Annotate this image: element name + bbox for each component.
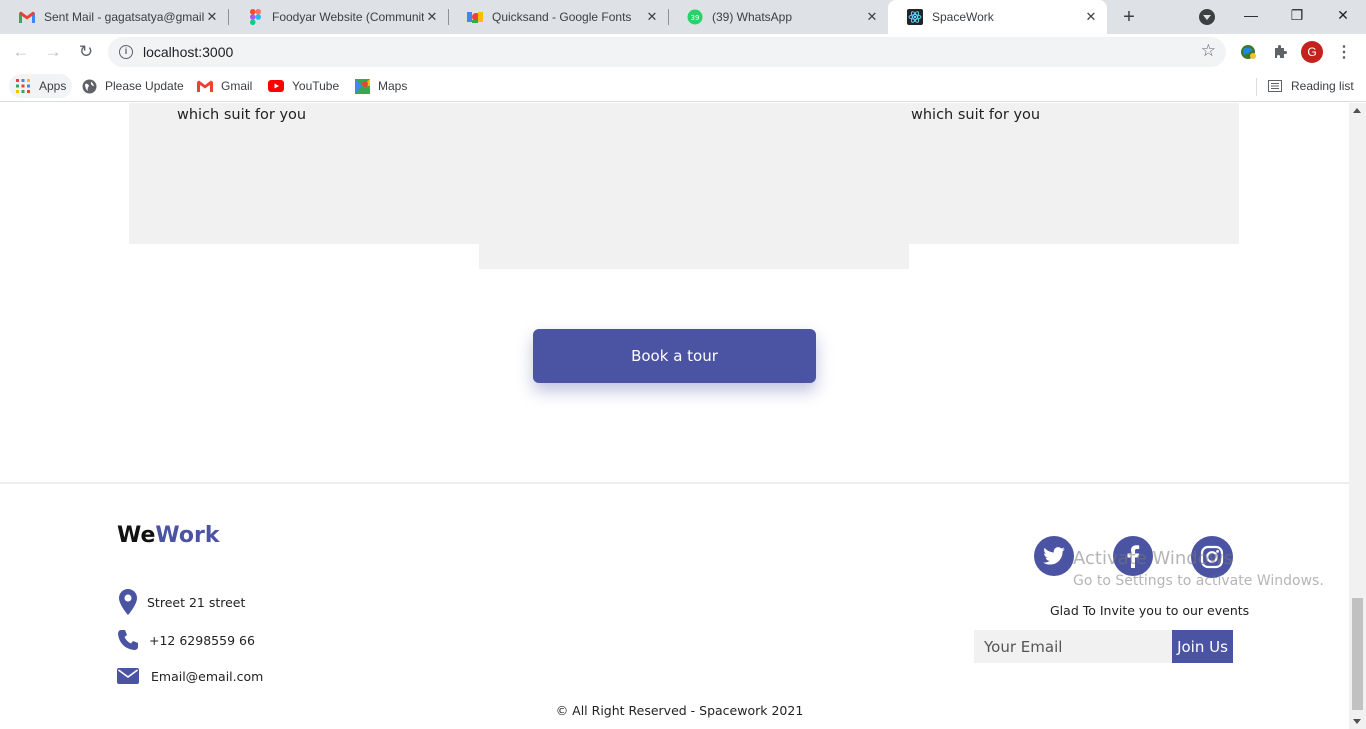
phone-icon	[117, 627, 139, 653]
profile-avatar[interactable]: G	[1301, 41, 1323, 63]
watermark-line1: Activate Windows	[1073, 548, 1233, 569]
logo-we: We	[117, 523, 156, 548]
card-text: which suit for you	[911, 107, 1041, 123]
book-tour-button[interactable]: Book a tour	[533, 329, 816, 383]
page-viewport: which suit for you which suit for you Bo…	[0, 103, 1349, 729]
reading-list-icon	[1267, 78, 1283, 94]
apps-grid-icon	[15, 78, 31, 94]
close-icon[interactable]: ✕	[424, 9, 440, 25]
tab-spacework[interactable]: SpaceWork ✕	[888, 0, 1107, 34]
bookmark-star-icon[interactable]: ☆	[1201, 41, 1216, 61]
reading-list-label: Reading list	[1291, 79, 1354, 93]
extensions-puzzle-icon[interactable]	[1270, 42, 1290, 62]
bookmark-label: Maps	[378, 79, 408, 93]
feature-card-right: which suit for you	[909, 103, 1239, 244]
bookmark-please-update[interactable]: Please Update	[75, 74, 190, 98]
svg-text:39: 39	[691, 14, 700, 22]
gmail-icon	[197, 78, 213, 94]
new-tab-button[interactable]: +	[1118, 6, 1140, 28]
card-text: which suit for you	[177, 107, 307, 123]
scroll-down-icon[interactable]	[1353, 719, 1361, 724]
scrollbar-thumb[interactable]	[1352, 598, 1363, 710]
footer-logo[interactable]: WeWork	[117, 523, 219, 548]
bookmarks-bar: Apps Please Update Gmail YouTube Maps Re…	[0, 70, 1366, 102]
youtube-icon	[268, 78, 284, 94]
extension-globe-icon[interactable]	[1238, 42, 1258, 62]
menu-kebab-icon[interactable]: ⋮	[1336, 42, 1352, 62]
close-icon[interactable]: ✕	[1083, 9, 1099, 25]
react-icon	[907, 9, 923, 25]
phone-row: +12 6298559 66	[117, 627, 255, 653]
tab-title: Sent Mail - gagatsatya@gmail.com	[44, 10, 204, 24]
footer: WeWork Street 21 street +12 6298559 66 E…	[0, 482, 1349, 729]
tab-search-icon[interactable]	[1199, 9, 1215, 25]
join-us-button[interactable]: Join Us	[1172, 630, 1233, 663]
gmail-icon	[19, 9, 35, 25]
url-text[interactable]: localhost:3000	[143, 44, 233, 60]
tab-strip: Sent Mail - gagatsatya@gmail.com ✕ Foody…	[0, 0, 1366, 34]
bookmark-maps[interactable]: Maps	[348, 74, 413, 98]
tab-title: SpaceWork	[932, 10, 994, 24]
reading-list-button[interactable]: Reading list	[1261, 74, 1360, 98]
scroll-up-icon[interactable]	[1353, 108, 1361, 113]
email-text: Email@email.com	[151, 668, 264, 684]
tab-figma[interactable]: Foodyar Website (Community) ✕	[228, 0, 449, 34]
bookmark-apps[interactable]: Apps	[9, 74, 73, 98]
logo-work: Work	[155, 523, 220, 548]
maps-icon	[354, 78, 370, 94]
bookmark-youtube[interactable]: YouTube	[262, 74, 345, 98]
phone-text: +12 6298559 66	[149, 632, 255, 648]
tab-title: (39) WhatsApp	[712, 10, 793, 24]
tab-title: Quicksand - Google Fonts	[492, 10, 632, 24]
restore-icon[interactable]: ❐	[1274, 0, 1320, 30]
address-text: Street 21 street	[147, 594, 246, 610]
location-pin-icon	[117, 589, 139, 615]
figma-icon	[247, 9, 263, 25]
close-window-icon[interactable]: ✕	[1320, 0, 1366, 30]
mail-icon	[117, 663, 139, 689]
forward-icon[interactable]: →	[42, 41, 64, 63]
windows-activation-watermark: Activate Windows Go to Settings to activ…	[1073, 548, 1324, 589]
tab-google-fonts[interactable]: Quicksand - Google Fonts ✕	[448, 0, 669, 34]
address-row: Street 21 street	[117, 589, 245, 615]
address-bar[interactable]: i localhost:3000 ☆	[108, 37, 1226, 67]
close-icon[interactable]: ✕	[864, 9, 880, 25]
page-scrollbar[interactable]	[1349, 103, 1366, 729]
feature-card-middle	[479, 103, 909, 269]
back-icon[interactable]: ←	[10, 41, 32, 63]
tab-gmail[interactable]: Sent Mail - gagatsatya@gmail.com ✕	[0, 0, 229, 34]
bookmark-gmail[interactable]: Gmail	[191, 74, 258, 98]
watermark-line2: Go to Settings to activate Windows.	[1073, 573, 1324, 589]
tab-title: Foodyar Website (Community)	[272, 10, 424, 24]
minimize-icon[interactable]: —	[1228, 0, 1274, 30]
browser-toolbar: ← → ↻ i localhost:3000 ☆ G ⋮	[0, 34, 1366, 70]
email-row: Email@email.com	[117, 663, 263, 689]
whatsapp-icon: 39	[687, 9, 703, 25]
globe-icon	[81, 78, 97, 94]
feature-card-left: which suit for you	[129, 103, 479, 244]
close-icon[interactable]: ✕	[204, 9, 220, 25]
bookmark-label: Gmail	[221, 79, 253, 93]
tab-whatsapp[interactable]: 39 (39) WhatsApp ✕	[668, 0, 888, 34]
bookmark-label: YouTube	[292, 79, 340, 93]
copyright-text: © All Right Reserved - Spacework 2021	[555, 703, 804, 718]
close-icon[interactable]: ✕	[644, 9, 660, 25]
info-icon[interactable]: i	[119, 45, 133, 59]
reload-icon[interactable]: ↻	[75, 41, 97, 63]
google-fonts-icon	[467, 9, 483, 25]
bookmark-label: Apps	[39, 79, 67, 93]
bookmark-label: Please Update	[105, 79, 184, 93]
email-input[interactable]	[974, 630, 1172, 663]
twitter-icon[interactable]	[1034, 536, 1074, 576]
invite-text: Glad To Invite you to our events	[1050, 603, 1250, 618]
